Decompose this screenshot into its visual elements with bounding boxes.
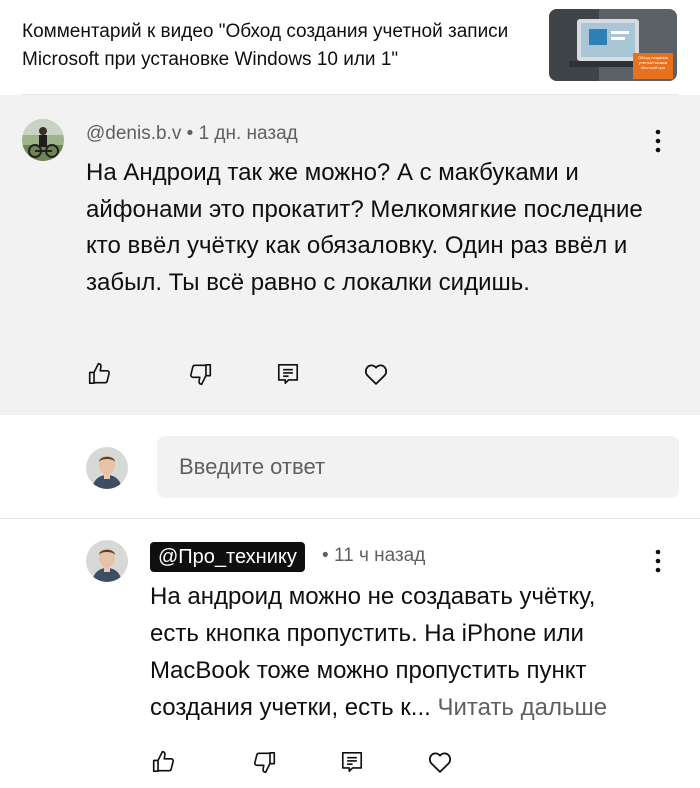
reply-icon [277,363,299,385]
dislike-icon [254,751,276,774]
reply-input-placeholder: Введите ответ [179,454,326,479]
comment-text: На Андроид так же можно? А с макбуками и… [86,159,643,296]
like-button[interactable] [146,744,182,780]
avatar-image [86,540,128,582]
like-button[interactable] [82,356,118,392]
meta-separator: • [322,545,329,566]
header: Комментарий к видео "Обход создания учет… [0,0,700,95]
heart-icon [364,364,388,385]
comment-actions [146,744,476,780]
my-avatar[interactable] [86,447,128,489]
meta-separator: • [186,123,194,144]
dislike-button[interactable] [246,744,282,780]
avatar-image [86,447,128,489]
video-title[interactable]: Комментарий к видео "Обход создания учет… [22,18,522,74]
reply-input[interactable]: Введите ответ [157,436,679,498]
like-icon [88,362,110,385]
like-icon [152,750,174,773]
reply-button[interactable] [270,356,306,392]
heart-button[interactable] [358,356,394,392]
thumbnail-image [549,9,677,81]
reply-icon [341,751,363,773]
thumbnail-caption: Обход создания учетной записи Microsoft … [638,55,668,70]
divider [0,518,700,519]
comment-actions [82,356,412,392]
comment-text: На андроид можно не создавать учётку, ес… [150,578,650,726]
avatar-image [22,119,64,161]
comment-time: 1 дн. назад [198,123,298,144]
comment-meta: @denis.b.v • 1 дн. назад [86,123,298,145]
avatar[interactable] [22,119,64,161]
heart-button[interactable] [422,744,458,780]
kebab-icon [655,549,661,573]
avatar[interactable] [86,540,128,582]
parent-comment: @denis.b.v • 1 дн. назад На Андроид так … [0,95,700,415]
comment-time: 11 ч назад [333,545,426,566]
dislike-icon [190,363,212,386]
read-more-link[interactable]: Читать дальше [437,694,607,721]
reply-button[interactable] [334,744,370,780]
creator-badge[interactable]: @Про_технику [150,542,305,572]
video-thumbnail[interactable]: Обход создания учетной записи Microsoft … [549,9,677,81]
kebab-icon [655,129,661,153]
comment-meta: • 11 ч назад [322,545,425,567]
dislike-button[interactable] [182,356,218,392]
heart-icon [428,752,452,773]
comment-author[interactable]: @denis.b.v [86,123,181,144]
more-options-button[interactable] [646,546,670,576]
more-options-button[interactable] [646,126,670,156]
